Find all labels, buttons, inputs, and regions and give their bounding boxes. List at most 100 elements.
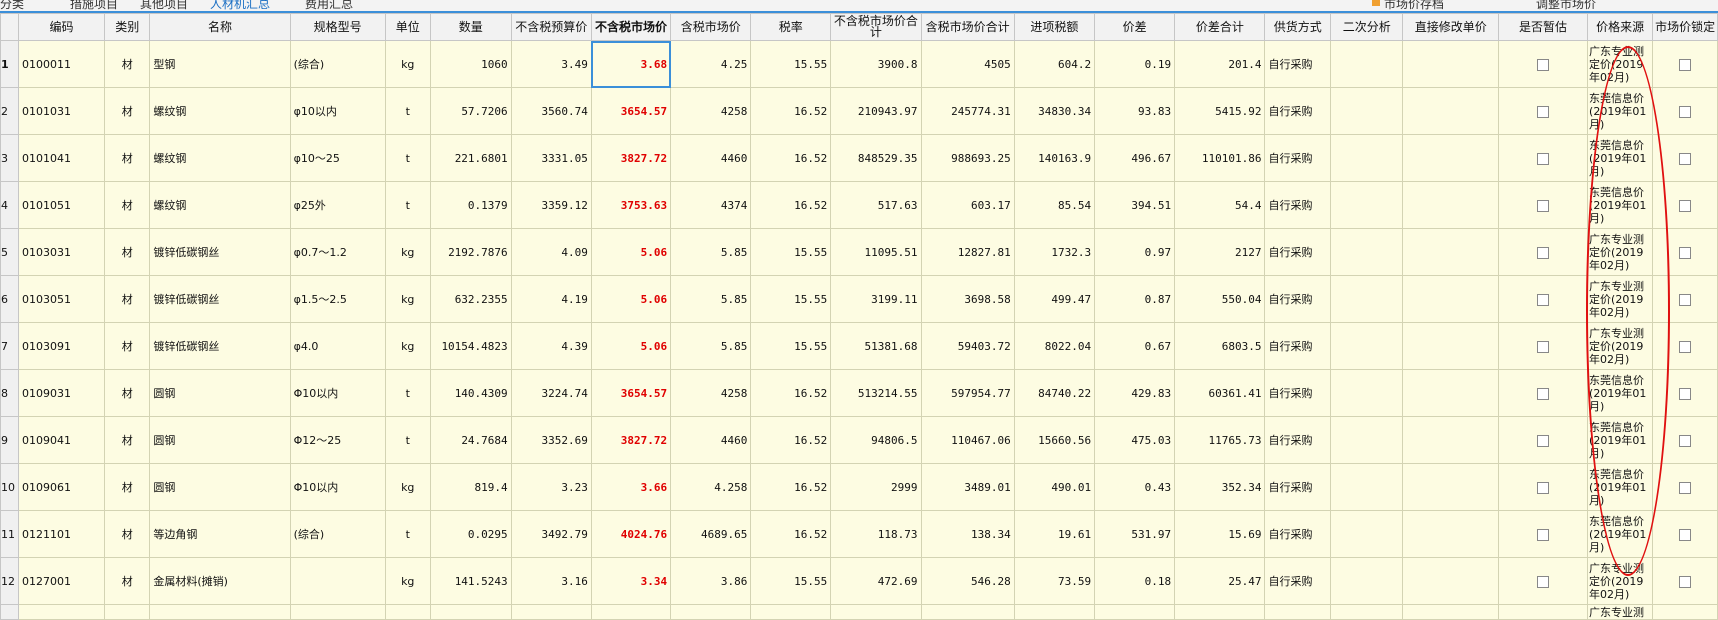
unit-cell[interactable]: kg [384, 463, 431, 511]
unit-cell[interactable]: t [384, 369, 431, 417]
spec-cell[interactable]: φ0.7～1.2 [289, 228, 386, 276]
tab-1[interactable]: 措施项目 [70, 0, 118, 11]
qty-cell[interactable]: 10154.4823 [429, 322, 512, 370]
type-cell[interactable]: 材 [104, 510, 151, 558]
table-row[interactable]: 2 0101031 材螺纹钢 φ10以内 t 57.7206 3560.74 3654.57 4… [0, 87, 1718, 135]
col-source[interactable]: 价格来源 [1587, 13, 1654, 41]
table-row[interactable]: 1 0100011 材型钢 (综合) kg 1060 3.49 3.68 4.25 15.55 39… [0, 40, 1718, 88]
lock-checkbox-cell[interactable] [1652, 275, 1718, 323]
input-tax-cell[interactable]: 140163.9 [1013, 134, 1096, 182]
direct-edit-cell[interactable] [1402, 557, 1500, 605]
supply-cell[interactable]: 自行采购 [1264, 275, 1332, 323]
diff-cell[interactable]: 394.51 [1094, 181, 1176, 229]
budget-cell[interactable]: 3492.79 [510, 510, 592, 558]
direct-edit-cell[interactable] [1402, 40, 1500, 88]
diff-total-cell[interactable]: 352.34 [1174, 463, 1266, 511]
type-cell[interactable]: 材 [104, 416, 151, 464]
market-price-cell[interactable]: 4024.76 [590, 510, 672, 558]
qty-cell[interactable]: 141.5243 [429, 557, 512, 605]
supply-cell[interactable]: 自行采购 [1264, 87, 1332, 135]
qty-cell[interactable]: 819.4 [429, 463, 512, 511]
qty-cell[interactable]: 140.4309 [429, 369, 512, 417]
analysis-cell[interactable] [1330, 228, 1404, 276]
budget-cell[interactable]: 4.39 [510, 322, 592, 370]
supply-cell[interactable]: 自行采购 [1264, 228, 1332, 276]
input-tax-cell[interactable]: 84740.22 [1013, 369, 1096, 417]
code-cell[interactable]: 0109061 [17, 463, 106, 511]
market-price-cell[interactable]: 3.66 [590, 463, 672, 511]
col-qty[interactable]: 数量 [429, 13, 512, 41]
provisional-checkbox-cell[interactable] [1498, 510, 1589, 558]
market-price-cell[interactable]: 3827.72 [590, 416, 672, 464]
checkbox[interactable] [1537, 152, 1550, 165]
checkbox[interactable] [1679, 575, 1692, 588]
market-total-cell[interactable]: 51381.68 [830, 322, 922, 370]
col-budget[interactable]: 不含税预算价 [510, 13, 592, 41]
diff-total-cell[interactable]: 110101.86 [1174, 134, 1266, 182]
table-row[interactable]: 4 0101051 材螺纹钢 φ25外 t 0.1379 3359.12 3753.63 437… [0, 181, 1718, 229]
col-unit[interactable]: 单位 [384, 13, 431, 41]
code-cell[interactable]: 0100011 [17, 40, 106, 88]
input-tax-cell[interactable]: 490.01 [1013, 463, 1096, 511]
checkbox[interactable] [1679, 105, 1692, 118]
diff-total-cell[interactable]: 201.4 [1174, 40, 1266, 88]
tab-2[interactable]: 其他项目 [140, 0, 188, 11]
input-tax-cell[interactable]: 604.2 [1013, 40, 1096, 88]
spec-cell[interactable]: Φ10以内 [289, 369, 386, 417]
input-tax-cell[interactable]: 1732.3 [1013, 228, 1096, 276]
diff-cell[interactable]: 0.43 [1094, 463, 1176, 511]
price-source-cell[interactable]: 广东专业测定价(2019年02月) [1587, 322, 1654, 370]
code-cell[interactable]: 0103031 [17, 228, 106, 276]
checkbox[interactable] [1537, 58, 1550, 71]
table-row[interactable]: 3 0101041 材螺纹钢 φ10～25 t 221.6801 3331.05 3827.7… [0, 134, 1718, 182]
budget-cell[interactable]: 3.23 [510, 463, 592, 511]
col-direct-edit[interactable]: 直接修改单价 [1402, 13, 1500, 41]
supply-cell[interactable]: 自行采购 [1264, 416, 1332, 464]
provisional-checkbox-cell[interactable] [1498, 40, 1589, 88]
direct-edit-cell[interactable] [1402, 416, 1500, 464]
unit-cell[interactable]: kg [384, 322, 431, 370]
tax-total-cell[interactable]: 988693.25 [920, 134, 1015, 182]
market-price-cell[interactable]: 3.34 [590, 557, 672, 605]
type-cell[interactable]: 材 [104, 87, 151, 135]
col-rate[interactable]: 税率 [750, 13, 832, 41]
direct-edit-cell[interactable] [1402, 369, 1500, 417]
type-cell[interactable]: 材 [104, 181, 151, 229]
col-market-total[interactable]: 不含税市场价合计 [830, 13, 922, 41]
provisional-checkbox-cell[interactable] [1498, 275, 1589, 323]
direct-edit-cell[interactable] [1402, 275, 1500, 323]
supply-cell[interactable]: 自行采购 [1264, 40, 1332, 88]
supply-cell[interactable]: 自行采购 [1264, 557, 1332, 605]
tax-total-cell[interactable]: 12827.81 [920, 228, 1015, 276]
checkbox[interactable] [1679, 199, 1692, 212]
tab-4[interactable]: 费用汇总 [305, 0, 353, 11]
code-cell[interactable]: 0101031 [17, 87, 106, 135]
col-provisional[interactable]: 是否暂估 [1498, 13, 1589, 41]
spec-cell[interactable]: φ1.5～2.5 [289, 275, 386, 323]
table-row[interactable]: 7 0103091 材镀锌低碳钢丝 φ4.0 kg 10154.4823 4.39 5.06 5… [0, 322, 1718, 370]
spec-cell[interactable]: φ25外 [289, 181, 386, 229]
code-cell[interactable]: 0121101 [17, 510, 106, 558]
diff-cell[interactable]: 475.03 [1094, 416, 1176, 464]
checkbox[interactable] [1679, 246, 1692, 259]
market-total-cell[interactable]: 3900.8 [830, 40, 922, 88]
diff-total-cell[interactable]: 25.47 [1174, 557, 1266, 605]
col-supply[interactable]: 供货方式 [1264, 13, 1332, 41]
qty-cell[interactable]: 0.1379 [429, 181, 512, 229]
market-total-cell[interactable]: 94806.5 [830, 416, 922, 464]
tax-total-cell[interactable]: 603.17 [920, 181, 1015, 229]
checkbox[interactable] [1679, 340, 1692, 353]
diff-cell[interactable]: 0.97 [1094, 228, 1176, 276]
code-cell[interactable]: 0109031 [17, 369, 106, 417]
name-cell[interactable]: 镀锌低碳钢丝 [149, 322, 291, 370]
checkbox[interactable] [1537, 293, 1550, 306]
provisional-checkbox-cell[interactable] [1498, 87, 1589, 135]
analysis-cell[interactable] [1330, 322, 1404, 370]
code-cell[interactable]: 0101051 [17, 181, 106, 229]
rate-cell[interactable]: 15.55 [750, 275, 832, 323]
name-cell[interactable]: 圆钢 [149, 369, 291, 417]
unit-cell[interactable]: kg [384, 40, 431, 88]
unit-cell[interactable]: t [384, 87, 431, 135]
supply-cell[interactable]: 自行采购 [1264, 181, 1332, 229]
budget-cell[interactable]: 4.19 [510, 275, 592, 323]
